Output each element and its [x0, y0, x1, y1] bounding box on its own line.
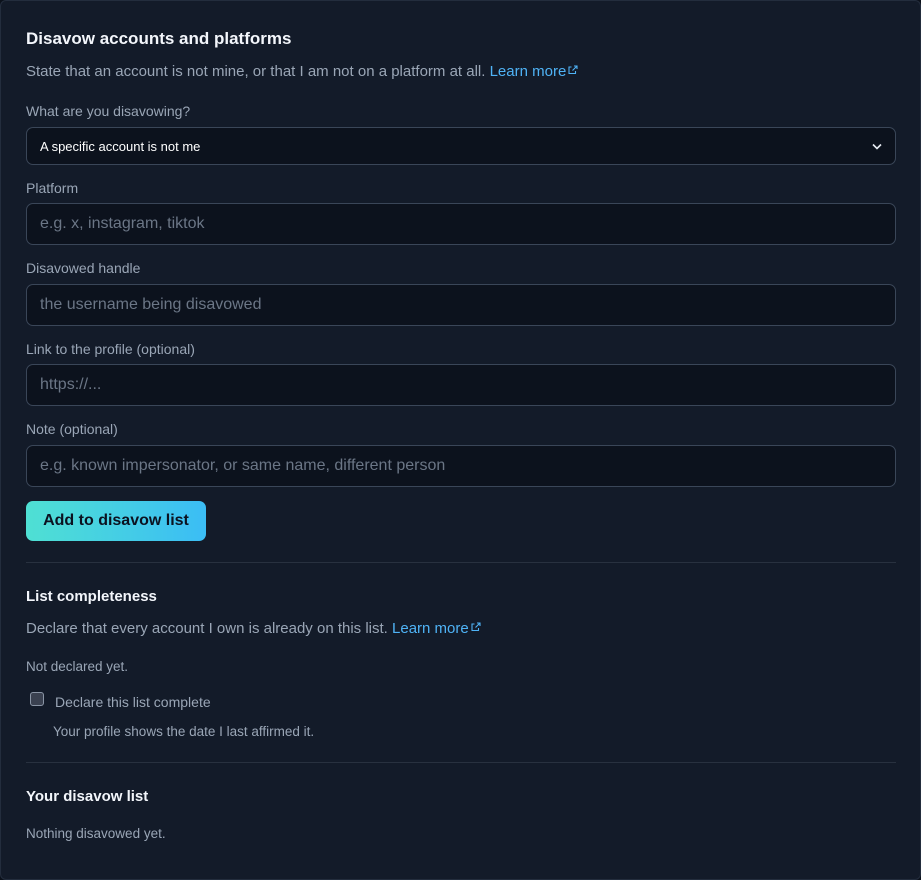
- declare-complete-checkbox[interactable]: [30, 692, 44, 706]
- link-input[interactable]: [40, 376, 882, 394]
- platform-input[interactable]: [40, 215, 882, 233]
- declare-complete-label[interactable]: Declare this list complete: [55, 694, 211, 710]
- learn-more-link-disavow[interactable]: Learn more: [490, 63, 579, 80]
- disavow-description: State that an account is not mine, or th…: [26, 63, 486, 80]
- completeness-description-row: Declare that every account I own is alre…: [26, 620, 481, 637]
- platform-field[interactable]: [26, 203, 896, 245]
- select-value: A specific account is not me: [40, 138, 201, 154]
- platform-label: Platform: [26, 180, 79, 196]
- link-label: Link to the profile (optional): [26, 341, 195, 357]
- handle-field[interactable]: [26, 284, 896, 326]
- section-title-disavow: Disavow accounts and platforms: [26, 29, 292, 48]
- link-field[interactable]: [26, 364, 896, 406]
- disavow-description-row: State that an account is not mine, or th…: [26, 63, 578, 80]
- empty-list-message: Nothing disavowed yet.: [26, 826, 166, 841]
- completeness-hint: Your profile shows the date I last affir…: [53, 724, 315, 739]
- external-link-icon: [568, 65, 578, 75]
- handle-input[interactable]: [40, 296, 882, 314]
- note-input[interactable]: [40, 457, 882, 475]
- divider: [26, 762, 896, 763]
- disavow-type-select[interactable]: A specific account is not me: [26, 127, 896, 165]
- section-title-list: Your disavow list: [26, 788, 149, 805]
- learn-more-link-completeness[interactable]: Learn more: [392, 620, 481, 637]
- external-link-icon: [471, 622, 481, 632]
- divider: [26, 562, 896, 563]
- completeness-description: Declare that every account I own is alre…: [26, 620, 388, 637]
- handle-label: Disavowed handle: [26, 260, 141, 276]
- type-label: What are you disavowing?: [26, 103, 191, 119]
- note-label: Note (optional): [26, 421, 118, 437]
- chevron-down-icon: [872, 143, 882, 150]
- note-field[interactable]: [26, 445, 896, 487]
- completeness-status: Not declared yet.: [26, 659, 129, 674]
- add-to-disavow-list-button[interactable]: Add to disavow list: [26, 501, 206, 541]
- section-title-completeness: List completeness: [26, 588, 157, 605]
- disavow-panel: Disavow accounts and platforms State tha…: [0, 0, 921, 880]
